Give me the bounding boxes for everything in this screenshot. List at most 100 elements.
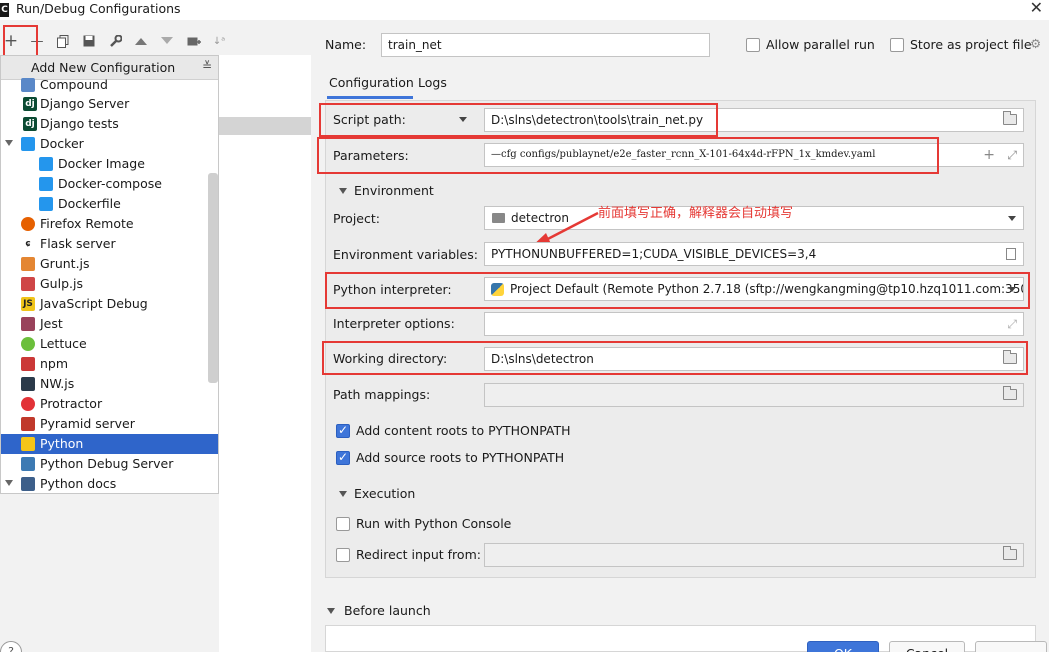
grunt-icon (21, 257, 35, 271)
expand-arrow-icon[interactable] (5, 140, 13, 146)
docker-icon (39, 177, 53, 191)
environment-section-title: Environment (354, 183, 434, 198)
move-down-icon[interactable] (156, 30, 178, 52)
path-mappings-input[interactable] (484, 383, 1024, 407)
interp-options-input[interactable]: ⤢ (484, 312, 1024, 336)
list-item-jest[interactable]: Jest (1, 314, 218, 334)
list-item-django-server[interactable]: dj Django Server (1, 94, 218, 114)
remove-configuration-button[interactable]: — (26, 30, 48, 52)
execution-collapse-icon[interactable] (339, 491, 347, 497)
filter-icon[interactable]: ≚ (202, 59, 212, 73)
apply-button[interactable] (975, 641, 1047, 652)
interpreter-label: Python interpreter: (333, 282, 452, 297)
save-icon[interactable] (78, 30, 100, 52)
store-project-checkbox[interactable] (890, 38, 904, 52)
name-input[interactable]: train_net (381, 33, 710, 57)
window-title: Run/Debug Configurations (16, 1, 181, 16)
expand-icon[interactable]: ⤢ (1007, 144, 1017, 166)
list-item-firefox-remote[interactable]: Firefox Remote (1, 214, 218, 234)
list-item-nwjs[interactable]: NW.js (1, 374, 218, 394)
expand-icon[interactable]: ⤢ (1007, 313, 1017, 335)
working-dir-label: Working directory: (333, 351, 448, 366)
app-icon: C (0, 3, 9, 17)
expand-arrow-icon[interactable] (5, 480, 13, 486)
list-item-pyramid-server[interactable]: Pyramid server (1, 414, 218, 434)
script-path-input[interactable]: D:\slns\detectron\tools\train_net.py (484, 108, 1024, 132)
list-item-npm[interactable]: npm (1, 354, 218, 374)
interp-options-label: Interpreter options: (333, 316, 455, 331)
gear-icon[interactable]: ⚙ (1030, 36, 1041, 51)
env-vars-value: PYTHONUNBUFFERED=1;CUDA_VISIBLE_DEVICES=… (491, 247, 817, 261)
list-item-lettuce[interactable]: Lettuce (1, 334, 218, 354)
wrench-icon[interactable] (104, 30, 126, 52)
chevron-down-icon[interactable] (1008, 216, 1016, 221)
list-item-docker-image[interactable]: Docker Image (1, 154, 218, 174)
add-content-roots-label: Add content roots to PYTHONPATH (356, 423, 571, 438)
add-source-roots-checkbox[interactable] (336, 450, 350, 465)
django-icon: dj (23, 97, 37, 111)
environment-collapse-icon[interactable] (339, 188, 347, 194)
allow-parallel-checkbox[interactable] (746, 38, 760, 52)
list-item-gulp[interactable]: Gulp.js (1, 274, 218, 294)
tab-logs[interactable]: Logs (418, 75, 447, 90)
edit-list-icon[interactable] (1006, 248, 1016, 260)
add-content-roots-checkbox[interactable] (336, 423, 350, 438)
docker-icon (39, 197, 53, 211)
nwjs-icon (21, 377, 35, 391)
cancel-button[interactable]: Cancel (889, 641, 965, 652)
add-label: + (3, 31, 19, 51)
list-item-compound[interactable]: Compound (1, 75, 218, 95)
list-item-docker[interactable]: Docker (1, 134, 218, 154)
parameters-value: —cfg configs/publaynet/e2e_faster_rcnn_X… (491, 149, 876, 160)
run-console-label: Run with Python Console (356, 516, 512, 531)
list-item-javascript-debug[interactable]: JS JavaScript Debug (1, 294, 218, 314)
redirect-input-field[interactable] (484, 543, 1024, 567)
add-configuration-button[interactable]: + (0, 30, 22, 52)
list-item-python[interactable]: Python (1, 434, 218, 454)
copy-icon[interactable] (52, 30, 74, 52)
redirect-input-checkbox[interactable] (336, 548, 350, 562)
close-icon[interactable]: ✕ (1030, 0, 1043, 17)
jest-icon (21, 317, 35, 331)
list-item-grunt[interactable]: Grunt.js (1, 254, 218, 274)
python-debug-icon (21, 457, 35, 471)
before-launch-collapse-icon[interactable] (327, 608, 335, 614)
folder-icon[interactable] (1003, 111, 1017, 125)
title-bar: C Run/Debug Configurations ✕ (0, 0, 1049, 20)
folder-icon[interactable] (1003, 350, 1017, 364)
folder-icon[interactable] (1003, 546, 1017, 560)
run-console-checkbox[interactable] (336, 517, 350, 531)
folder-add-icon[interactable] (183, 30, 205, 52)
ok-button[interactable]: OK (807, 641, 879, 652)
list-item-protractor[interactable]: Protractor (1, 394, 218, 414)
list-item-dockerfile[interactable]: Dockerfile (1, 194, 218, 214)
execution-section-title: Execution (354, 486, 416, 501)
popup-title: Add New Configuration (31, 60, 176, 75)
working-dir-input[interactable]: D:\slns\detectron (484, 347, 1024, 371)
tab-configuration[interactable]: Configuration (329, 75, 414, 90)
list-item-docker-compose[interactable]: Docker-compose (1, 174, 218, 194)
sort-icon[interactable]: ↓ᵃ (208, 30, 230, 52)
config-tree-selected-row[interactable] (219, 117, 311, 135)
folder-icon[interactable] (1003, 386, 1017, 400)
gulp-icon (21, 277, 35, 291)
list-item-django-tests[interactable]: dj Django tests (1, 114, 218, 134)
add-parameter-icon[interactable]: + (983, 144, 995, 166)
parameters-input[interactable]: —cfg configs/publaynet/e2e_faster_rcnn_X… (484, 143, 1024, 167)
script-type-dropdown-icon[interactable] (459, 117, 467, 122)
configuration-panel (325, 100, 1036, 578)
popup-scrollbar[interactable] (208, 173, 218, 383)
protractor-icon (21, 397, 35, 411)
help-icon[interactable]: ? (0, 641, 22, 652)
chevron-down-icon[interactable] (1008, 287, 1016, 292)
list-item-python-debug-server[interactable]: Python Debug Server (1, 454, 218, 474)
firefox-icon (21, 217, 35, 231)
interpreter-select[interactable]: Project Default (Remote Python 2.7.18 (s… (484, 277, 1024, 301)
move-up-icon[interactable] (130, 30, 152, 52)
add-source-roots-label: Add source roots to PYTHONPATH (356, 450, 565, 465)
list-item-flask-server[interactable]: ɕ Flask server (1, 234, 218, 254)
compound-icon (21, 78, 35, 92)
env-vars-input[interactable]: PYTHONUNBUFFERED=1;CUDA_VISIBLE_DEVICES=… (484, 242, 1024, 266)
list-item-python-docs[interactable]: Python docs (1, 474, 218, 493)
allow-parallel-label: Allow parallel run (766, 37, 875, 52)
